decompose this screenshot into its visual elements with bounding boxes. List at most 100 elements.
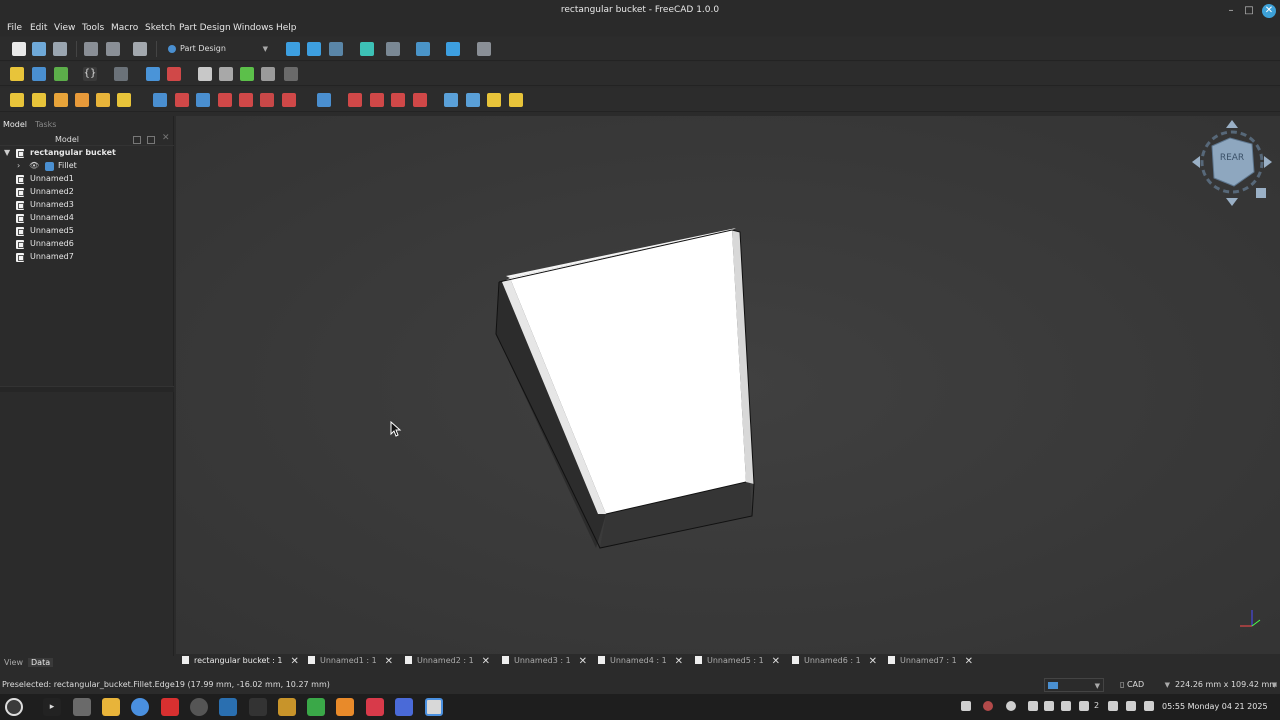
draw-style-icon[interactable]	[329, 42, 343, 56]
display-icon[interactable]	[1044, 701, 1054, 711]
steam-tray-icon[interactable]	[1006, 701, 1016, 711]
clone-icon[interactable]	[240, 67, 254, 81]
undo-icon[interactable]	[84, 42, 98, 56]
thickness-icon[interactable]	[413, 93, 427, 107]
close-tab-icon[interactable]: ✕	[965, 656, 973, 667]
system-settings-icon[interactable]	[73, 698, 91, 716]
terminal-icon[interactable]: ▸	[43, 698, 61, 716]
close-tab-icon[interactable]: ✕	[772, 656, 780, 667]
doc-tab-unnamed4[interactable]: Unnamed4 : 1 ✕	[598, 656, 683, 668]
subtractive-primitive-icon[interactable]	[282, 93, 296, 107]
3d-scene[interactable]: REAR	[176, 116, 1280, 654]
pipe-icon[interactable]	[75, 93, 89, 107]
tray-app-icon[interactable]	[983, 701, 993, 711]
navigation-style-dropdown[interactable]: ▯ CAD ▼	[1120, 678, 1170, 692]
map-sketch-icon[interactable]	[198, 67, 212, 81]
inkscape-icon[interactable]	[307, 698, 325, 716]
network-icon[interactable]	[1144, 701, 1154, 711]
measure-icon[interactable]	[446, 42, 460, 56]
linear-pattern-icon[interactable]	[466, 93, 480, 107]
close-icon[interactable]: ✕	[1262, 4, 1276, 18]
navcube-menu-icon[interactable]	[1256, 188, 1266, 198]
local-cs-icon[interactable]	[284, 67, 298, 81]
3d-viewport[interactable]: REAR	[176, 116, 1280, 654]
volume-icon[interactable]	[1126, 701, 1136, 711]
freecad-taskbar-icon[interactable]	[425, 698, 443, 716]
tree-item-unnamed5[interactable]: Unnamed5	[0, 225, 174, 238]
doc-tab-unnamed7[interactable]: Unnamed7 : 1 ✕	[888, 656, 973, 668]
draft-icon[interactable]	[391, 93, 405, 107]
tab-tasks[interactable]: Tasks	[35, 120, 56, 129]
polar-pattern-icon[interactable]	[487, 93, 501, 107]
close-tab-icon[interactable]: ✕	[385, 656, 393, 667]
collapse-arrow-icon[interactable]: ›	[17, 161, 20, 170]
refresh-icon[interactable]	[133, 42, 147, 56]
clipboard-icon[interactable]	[961, 701, 971, 711]
discord-icon[interactable]	[395, 698, 413, 716]
whats-this-icon[interactable]	[477, 42, 491, 56]
draw-style-dropdown[interactable]: ▼	[1044, 678, 1104, 692]
doc-tab-unnamed6[interactable]: Unnamed6 : 1 ✕	[792, 656, 877, 668]
workspace-number[interactable]: 2	[1094, 701, 1099, 710]
open-document-icon[interactable]	[32, 42, 46, 56]
doc-tab-unnamed3[interactable]: Unnamed3 : 1 ✕	[502, 656, 587, 668]
obs-icon[interactable]	[190, 698, 208, 716]
menu-sketch[interactable]: Sketch	[145, 23, 175, 33]
clapperboard-icon[interactable]	[249, 698, 267, 716]
loft-icon[interactable]	[54, 93, 68, 107]
close-tab-icon[interactable]: ✕	[675, 656, 683, 667]
create-part-icon[interactable]	[32, 67, 46, 81]
tree-item-fillet[interactable]: › 👁 Fillet	[0, 160, 174, 173]
create-body-icon[interactable]	[10, 67, 24, 81]
menu-part-design[interactable]: Part Design	[179, 23, 231, 33]
tree-item-unnamed1[interactable]: Unnamed1	[0, 173, 174, 186]
minimize-icon[interactable]: –	[1224, 4, 1238, 18]
workbench-selector[interactable]: Part Design ▼	[164, 41, 272, 57]
doc-tab-rectangular-bucket[interactable]: rectangular bucket : 1 ✕	[182, 656, 299, 668]
float-panel-icon[interactable]	[133, 136, 141, 144]
maximize-icon[interactable]: □	[1242, 4, 1256, 18]
pocket-icon[interactable]	[153, 93, 167, 107]
vlc-icon[interactable]	[336, 698, 354, 716]
tree-item-unnamed4[interactable]: Unnamed4	[0, 212, 174, 225]
tree-item-root[interactable]: ▼ rectangular bucket	[0, 147, 174, 160]
tree-item-unnamed6[interactable]: Unnamed6	[0, 238, 174, 251]
tree-item-unnamed7[interactable]: Unnamed7	[0, 251, 174, 264]
visibility-eye-icon[interactable]: 👁	[29, 161, 39, 170]
taskbar-clock[interactable]: 05:55 Monday 04 21 2025	[1162, 702, 1268, 711]
doc-tab-unnamed1[interactable]: Unnamed1 : 1 ✕	[308, 656, 393, 668]
menu-tools[interactable]: Tools	[82, 23, 104, 33]
fillet-icon[interactable]	[348, 93, 362, 107]
boolean-icon[interactable]	[317, 93, 331, 107]
close-tab-icon[interactable]: ✕	[290, 656, 298, 667]
new-document-icon[interactable]	[12, 42, 26, 56]
revolution-icon[interactable]	[32, 93, 46, 107]
keyboard-icon[interactable]	[1061, 701, 1071, 711]
chrome-icon[interactable]	[131, 698, 149, 716]
subtractive-loft-icon[interactable]	[218, 93, 232, 107]
menu-help[interactable]: Help	[276, 23, 297, 33]
panel-splitter[interactable]	[0, 386, 174, 392]
new-sketch-icon[interactable]	[146, 67, 160, 81]
steam-icon[interactable]	[219, 698, 237, 716]
subtractive-helix-icon[interactable]	[260, 93, 274, 107]
groove-icon[interactable]	[196, 93, 210, 107]
hole-icon[interactable]	[175, 93, 189, 107]
tab-view[interactable]: View	[4, 658, 23, 667]
shape-binder-icon[interactable]	[261, 67, 275, 81]
tab-data[interactable]: Data	[28, 658, 54, 667]
menu-view[interactable]: View	[54, 23, 75, 33]
validate-sketch-icon[interactable]	[167, 67, 181, 81]
pad-icon[interactable]	[10, 93, 24, 107]
vivaldi-icon[interactable]	[161, 698, 179, 716]
app-menu-icon[interactable]	[5, 698, 23, 716]
fit-all-icon[interactable]	[286, 42, 300, 56]
menu-windows[interactable]: Windows	[233, 23, 273, 33]
doc-tab-unnamed5[interactable]: Unnamed5 : 1 ✕	[695, 656, 780, 668]
notifications-icon[interactable]	[1079, 701, 1089, 711]
save-document-icon[interactable]	[53, 42, 67, 56]
additive-primitive-icon[interactable]	[117, 93, 131, 107]
menu-macro[interactable]: Macro	[111, 23, 138, 33]
menu-edit[interactable]: Edit	[30, 23, 47, 33]
battery-icon[interactable]	[1028, 701, 1038, 711]
